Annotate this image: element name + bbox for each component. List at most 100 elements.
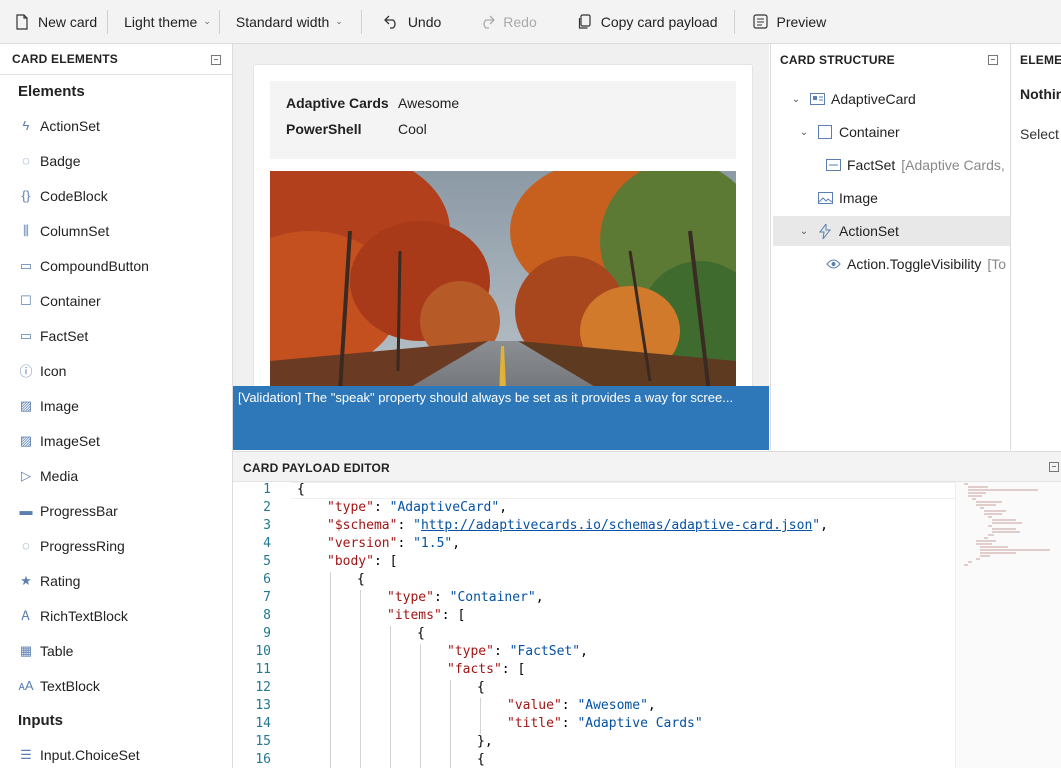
code-token: "facts": [447, 662, 502, 677]
card-payload-editor[interactable]: 1 2 3 4 5 6 7 8 9 10 11 12 13 14 15 16 {"type": "Adapti…: [233, 482, 1061, 768]
card-structure-panel: CARD STRUCTURE ⌄ AdaptiveCard ⌄ Containe…: [770, 44, 1010, 450]
indent-guide: [360, 644, 361, 662]
element-item-input-choiceset[interactable]: ☰ Input.ChoiceSet: [0, 737, 232, 768]
new-card-button[interactable]: New card: [0, 0, 107, 43]
textblock-icon: ᴀA: [18, 678, 34, 693]
fact-value: Awesome: [398, 95, 460, 111]
code-token: : [: [501, 662, 526, 677]
element-item-label: Icon: [40, 362, 67, 379]
code-token: {: [417, 626, 425, 641]
undo-button[interactable]: Undo: [362, 0, 451, 43]
indent-guide: [360, 662, 361, 680]
theme-dropdown[interactable]: Light theme ⌄: [108, 0, 219, 43]
tree-node-label: ActionSet: [839, 223, 899, 239]
code-line: "body": [: [327, 554, 397, 569]
element-item-progressbar[interactable]: ▬ ProgressBar: [0, 493, 232, 528]
element-item-container[interactable]: ☐ Container: [0, 283, 232, 318]
element-item-media[interactable]: ▷ Media: [0, 458, 232, 493]
element-item-actionset[interactable]: ϟ ActionSet: [0, 108, 232, 143]
compound-button-icon: ▭: [19, 257, 33, 273]
line-number: 10: [255, 644, 271, 659]
line-number: 11: [255, 662, 271, 677]
code-minimap[interactable]: [955, 482, 1061, 768]
code-line: },: [477, 734, 493, 749]
element-item-codeblock[interactable]: {} CodeBlock: [0, 178, 232, 213]
chevron-down-icon[interactable]: ⌄: [789, 94, 803, 105]
card-payload-editor-header: CARD PAYLOAD EDITOR: [233, 451, 1061, 482]
element-item-badge[interactable]: ◌ Badge: [0, 143, 232, 178]
tree-node-adaptivecard[interactable]: ⌄ AdaptiveCard: [773, 84, 1010, 114]
collapse-panel-icon[interactable]: [988, 55, 998, 65]
preview-button[interactable]: Preview: [735, 0, 837, 43]
element-item-image[interactable]: ▨ Image: [0, 388, 232, 423]
indent-guide: [450, 698, 451, 716]
tree-node-container[interactable]: ⌄ Container: [773, 117, 1010, 147]
tree-node-image[interactable]: Image: [773, 183, 1010, 213]
element-item-columnset[interactable]: ⫼ ColumnSet: [0, 213, 232, 248]
code-token: "Adaptive Cards": [577, 716, 703, 731]
adaptive-card-icon: [809, 93, 825, 105]
image-icon: ▨: [19, 397, 33, 413]
tree-node-detail: [To: [987, 256, 1007, 272]
element-item-label: Image: [40, 397, 79, 414]
element-item-icon[interactable]: ⓘ Icon: [0, 353, 232, 388]
line-number: 14: [255, 716, 271, 731]
tree-node-action-togglevisibility[interactable]: Action.ToggleVisibility [To: [773, 249, 1010, 279]
element-item-richtextblock[interactable]: Ꭺ RichTextBlock: [0, 598, 232, 633]
element-item-label: Media: [40, 467, 79, 484]
indent-guide: [330, 752, 331, 768]
copy-icon: [577, 13, 593, 30]
progressbar-icon: ▬: [19, 503, 33, 518]
tree-node-actionset[interactable]: ⌄ ActionSet: [773, 216, 1010, 246]
element-item-rating[interactable]: ★ Rating: [0, 563, 232, 598]
line-number: 5: [263, 554, 271, 569]
element-item-compoundbutton[interactable]: ▭ CompoundButton: [0, 248, 232, 283]
element-item-textblock[interactable]: ᴀA TextBlock: [0, 668, 232, 703]
element-item-label: Container: [40, 292, 101, 309]
indent-guide: [330, 626, 331, 644]
code-token: {: [477, 680, 485, 695]
redo-button[interactable]: Redo: [451, 0, 546, 43]
element-item-label: ProgressBar: [40, 502, 118, 519]
chevron-down-icon[interactable]: ⌄: [797, 127, 811, 138]
collapse-panel-icon[interactable]: [1049, 462, 1059, 472]
indent-guide: [360, 626, 361, 644]
element-item-imageset[interactable]: ▨ ImageSet: [0, 423, 232, 458]
code-token: ,: [535, 590, 544, 605]
line-number: 12: [255, 680, 271, 695]
indent-guide: [420, 680, 421, 698]
element-item-label: ImageSet: [40, 432, 100, 449]
star-icon: ★: [20, 572, 32, 588]
theme-label: Light theme: [124, 13, 198, 30]
code-line: "facts": [: [447, 662, 525, 677]
code-token: :: [373, 500, 390, 515]
tree-node-factset[interactable]: FactSet [Adaptive Cards,: [773, 150, 1010, 180]
code-token: "type": [447, 644, 494, 659]
element-item-label: CodeBlock: [40, 187, 108, 204]
code-line: {: [477, 680, 485, 695]
indent-guide: [390, 752, 391, 768]
chevron-down-icon[interactable]: ⌄: [797, 226, 811, 237]
width-dropdown[interactable]: Standard width ⌄: [220, 0, 361, 43]
line-number: 6: [263, 572, 271, 587]
collapse-panel-icon[interactable]: [211, 55, 221, 65]
element-item-factset[interactable]: ▭ FactSet: [0, 318, 232, 353]
eye-icon: [825, 259, 841, 269]
indent-guide: [390, 734, 391, 752]
indent-guide: [330, 680, 331, 698]
element-item-table[interactable]: ▦ Table: [0, 633, 232, 668]
indent-guide: [480, 698, 481, 716]
indent-guide: [420, 734, 421, 752]
validation-message[interactable]: [Validation] The "speak" property should…: [233, 386, 769, 450]
copy-card-payload-button[interactable]: Copy card payload: [547, 0, 728, 43]
indent-guide: [360, 680, 361, 698]
code-token: ,: [499, 500, 508, 515]
factset[interactable]: Adaptive Cards Awesome PowerShell Cool: [270, 81, 736, 159]
redo-icon: [479, 14, 496, 30]
card-payload-editor-title-wrap: CARD PAYLOAD EDITOR: [233, 452, 1061, 483]
line-number: 8: [263, 608, 271, 623]
element-item-progressring[interactable]: ◌ ProgressRing: [0, 528, 232, 563]
code-line: "value": "Awesome",: [507, 698, 656, 713]
undo-label: Undo: [407, 13, 442, 30]
code-line: {: [417, 626, 425, 641]
